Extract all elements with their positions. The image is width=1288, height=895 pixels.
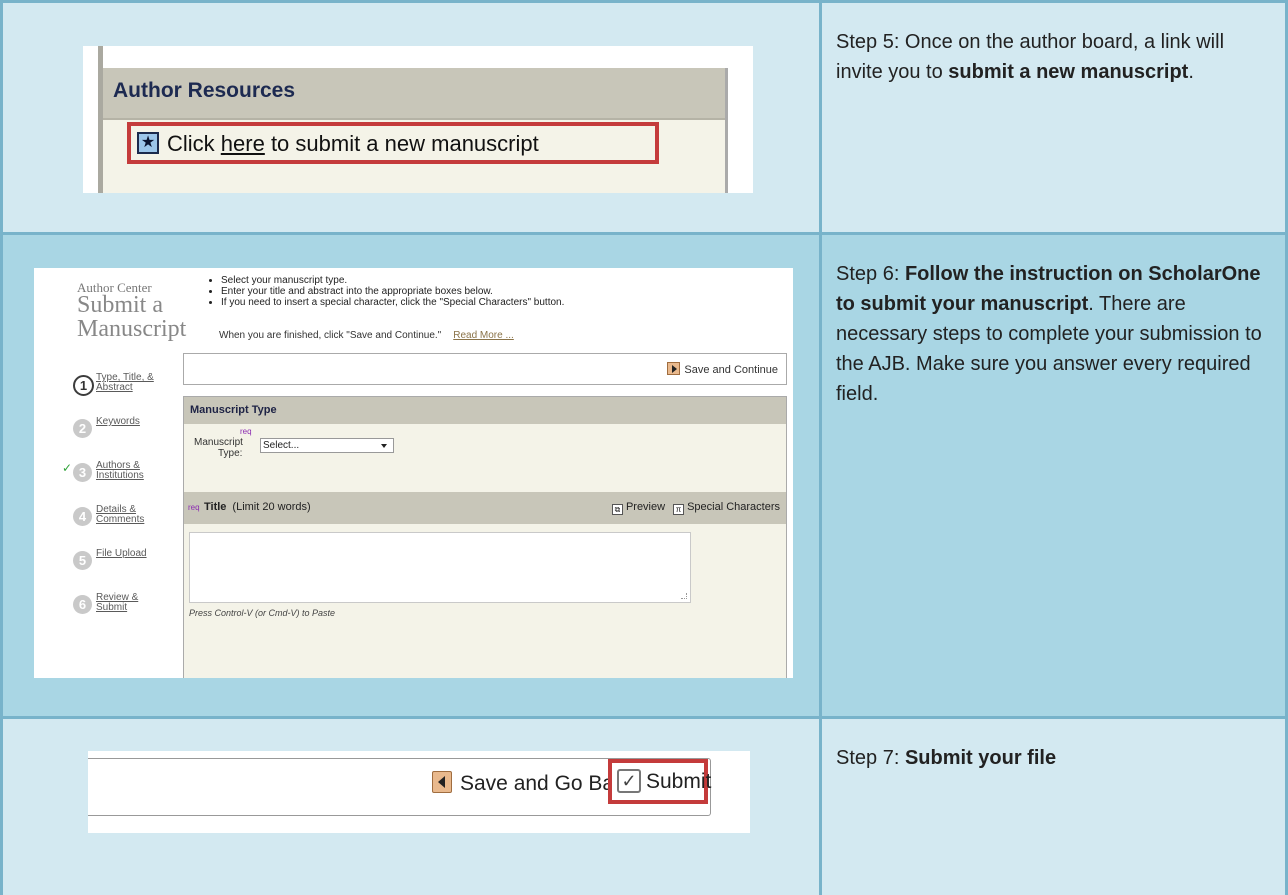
checkmark-icon: ✓ (617, 769, 641, 793)
finish-instruction: When you are finished, click "Save and C… (219, 330, 514, 341)
step-5-text-cell: Step 5: Once on the author board, a link… (822, 0, 1288, 232)
title-textarea[interactable] (189, 532, 691, 603)
pi-icon[interactable]: π (673, 504, 685, 515)
manuscript-type-select[interactable]: Select... (260, 438, 394, 453)
completed-check-icon: ✓ (62, 461, 73, 475)
submit-screenshot: Save and Go Back ✓ Submit (88, 751, 750, 833)
step-5-suffix: . (1188, 61, 1194, 83)
step-number-badge: 1 (73, 375, 94, 396)
submit-title-line-2: Manuscript (77, 316, 187, 342)
here-link[interactable]: here (221, 131, 265, 156)
nav-step-label[interactable]: File Upload (96, 549, 147, 559)
step-7-screenshot-cell: Save and Go Back ✓ Submit (0, 716, 822, 895)
save-continue-bar: Save and Continue (183, 353, 787, 385)
title-limit: (Limit 20 words) (232, 501, 311, 513)
title-tools: ⧉ Preview π Special Characters (604, 501, 780, 515)
finish-text: When you are finished, click "Save and C… (219, 330, 442, 341)
step-5-row: Author Resources ★ Click here to submit … (0, 0, 1288, 232)
arrow-right-icon (667, 362, 681, 375)
new-manuscript-highlight: ★ Click here to submit a new manuscript (127, 122, 659, 164)
step-5-text: Step 5: Once on the author board, a link… (836, 27, 1271, 87)
preview-button[interactable]: Preview (626, 501, 665, 513)
manuscript-type-label-2: Type: (218, 448, 243, 459)
step-number-badge: 5 (73, 551, 92, 570)
submission-guide-table: Author Resources ★ Click here to submit … (0, 0, 1288, 895)
step-7-text: Step 7: Submit your file (836, 743, 1271, 773)
submit-title-line-1: Submit a (77, 292, 164, 318)
submit-button[interactable]: ✓ Submit (608, 759, 712, 804)
preview-icon[interactable]: ⧉ (611, 504, 623, 515)
instruction-item: Select your manuscript type. (221, 275, 564, 286)
manuscript-type-label: Manuscript (194, 437, 243, 448)
nav-step-label[interactable]: Details & Comments (96, 505, 156, 525)
title-label: Title (Limit 20 words) (204, 501, 311, 513)
manuscript-type-header: Manuscript Type (184, 396, 786, 424)
step-5-screenshot-cell: Author Resources ★ Click here to submit … (0, 0, 822, 232)
step-7-prefix: Step 7: (836, 747, 905, 769)
step-6-screenshot-cell: Author Center Submit a Manuscript Select… (0, 232, 822, 716)
step-6-prefix: Step 6: (836, 263, 905, 285)
required-marker: req (188, 503, 200, 512)
nav-step-label[interactable]: Keywords (96, 417, 140, 427)
read-more-link[interactable]: Read More ... (453, 330, 514, 341)
save-and-go-back-button[interactable]: Save and Go Back (432, 771, 635, 796)
step-6-text-cell: Step 6: Follow the instruction on Schola… (822, 232, 1288, 716)
save-and-continue-label: Save and Continue (684, 364, 778, 376)
special-characters-button[interactable]: Special Characters (687, 501, 780, 513)
star-icon: ★ (137, 132, 159, 154)
paste-hint: Press Control-V (or Cmd-V) to Paste (189, 608, 336, 618)
submit-manuscript-screenshot: Author Center Submit a Manuscript Select… (34, 268, 793, 678)
title-label-text: Title (204, 501, 227, 513)
link-suffix: to submit a new manuscript (264, 131, 539, 156)
manuscript-type-heading: Manuscript Type (190, 404, 277, 416)
nav-step-label[interactable]: Type, Title, & Abstract (96, 373, 156, 393)
step-7-row: Save and Go Back ✓ Submit Step 7: Submit… (0, 716, 1288, 895)
step-number-badge: 6 (73, 595, 92, 614)
submit-manuscript-link-text: Click here to submit a new manuscript (167, 131, 539, 157)
step-7-text-cell: Step 7: Submit your file (822, 716, 1288, 895)
instruction-item: Enter your title and abstract into the a… (221, 286, 564, 297)
nav-step-label[interactable]: Authors & Institutions (96, 461, 166, 481)
required-marker: req (240, 427, 252, 436)
link-prefix: Click (167, 131, 221, 156)
nav-step-label[interactable]: Review & Submit (96, 593, 146, 613)
arrow-left-icon (432, 771, 452, 793)
author-resources-heading: Author Resources (113, 79, 296, 102)
author-resources-screenshot: Author Resources ★ Click here to submit … (83, 46, 753, 193)
step-number-badge: 2 (73, 419, 92, 438)
step-7-bold: Submit your file (904, 747, 1057, 769)
step-number-badge: 4 (73, 507, 92, 526)
manuscript-form-panel: Manuscript Type req Manuscript Type: Sel… (183, 396, 787, 678)
save-and-continue-button[interactable]: Save and Continue (667, 362, 778, 376)
step-5-bold: submit a new manuscript (948, 61, 1189, 83)
title-header: req Title (Limit 20 words) ⧉ Preview π Speci… (184, 492, 786, 524)
author-resources-header: Author Resources (103, 68, 725, 120)
step-6-row: Author Center Submit a Manuscript Select… (0, 232, 1288, 716)
submit-label: Submit (646, 770, 712, 793)
instructions-list: Select your manuscript type. Enter your … (207, 275, 564, 308)
step-6-text: Step 6: Follow the instruction on Schola… (836, 259, 1271, 409)
instruction-item: If you need to insert a special characte… (221, 297, 564, 308)
step-number-badge: 3 (73, 463, 92, 482)
